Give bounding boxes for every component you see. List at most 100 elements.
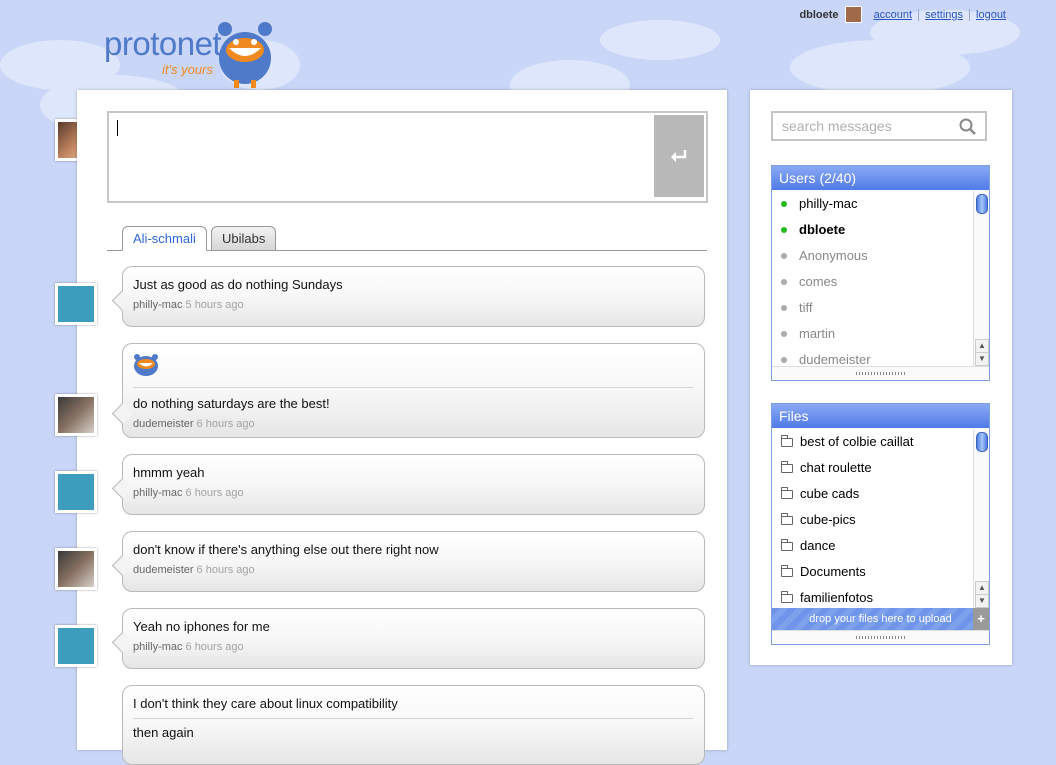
folder-icon (781, 564, 793, 577)
dudemeister-avatar[interactable] (55, 394, 97, 436)
user-row[interactable]: dudemeister (772, 347, 973, 366)
message-text: Just as good as do nothing Sundays (133, 277, 343, 292)
monster-mascot-icon (218, 22, 272, 88)
philly-mac-avatar[interactable] (55, 625, 97, 667)
text-caret (117, 120, 118, 136)
logout-link[interactable]: logout (969, 8, 1012, 21)
message-time: 6 hours ago (185, 641, 244, 653)
scroll-thumb[interactable] (976, 432, 988, 452)
message-time: 6 hours ago (185, 487, 244, 499)
message-text: Yeah no iphones for me (133, 619, 270, 634)
user-row[interactable]: Anonymous (772, 243, 973, 269)
message-bubble: hmmm yeah philly-mac 6 hours ago (111, 454, 705, 515)
message-meta: dudemeister 6 hours ago (133, 564, 694, 576)
philly-mac-avatar[interactable] (55, 283, 97, 325)
message-author[interactable]: dudemeister (133, 564, 194, 576)
message-bubble: don't know if there's anything else out … (111, 531, 705, 592)
sidebar: Users (2/40) philly-mac dbloete Anonymou… (750, 90, 1012, 665)
user-row[interactable]: martin (772, 321, 973, 347)
logo[interactable]: protonet it's yours (104, 25, 222, 78)
users-panel-title: Users (2/40) (772, 166, 989, 190)
folder-icon (781, 460, 793, 473)
drop-zone-label: drop your files here to upload (809, 613, 952, 625)
users-panel: Users (2/40) philly-mac dbloete Anonymou… (771, 165, 990, 381)
user-row[interactable]: tiff (772, 295, 973, 321)
files-panel-title: Files (772, 404, 989, 428)
offline-status-icon (781, 279, 787, 285)
folder-icon (781, 590, 793, 603)
search-box (771, 111, 987, 141)
message-time: 6 hours ago (196, 418, 255, 430)
message-meta: dudemeister 6 hours ago (133, 418, 694, 430)
user-row[interactable]: philly-mac (772, 191, 973, 217)
resize-handle[interactable] (772, 366, 989, 380)
users-list: philly-mac dbloete Anonymous comes tiff … (772, 191, 973, 366)
file-drop-zone[interactable]: drop your files here to upload + (772, 608, 989, 630)
message-author[interactable]: philly-mac (133, 487, 183, 499)
message-author[interactable]: philly-mac (133, 299, 183, 311)
current-username: dbloete (799, 8, 839, 21)
search-icon[interactable] (959, 118, 977, 136)
folder-icon (781, 486, 793, 499)
monster-emoticon-icon (134, 354, 158, 376)
philly-mac-avatar[interactable] (55, 471, 97, 513)
channel-tabs: Ali-schmali Ubilabs (107, 223, 707, 251)
folder-row[interactable]: familienfotos (772, 585, 973, 608)
folder-row[interactable]: Documents (772, 559, 973, 585)
return-arrow-icon (671, 150, 687, 162)
resize-handle[interactable] (772, 630, 989, 644)
logo-wordmark: protonet (104, 25, 222, 62)
folder-row[interactable]: best of colbie caillat (772, 429, 973, 455)
message-meta: philly-mac 6 hours ago (133, 487, 694, 499)
folder-row[interactable]: cube cads (772, 481, 973, 507)
send-button[interactable] (654, 115, 704, 197)
folder-row[interactable]: chat roulette (772, 455, 973, 481)
folder-icon (781, 434, 793, 447)
scroll-up-icon[interactable]: ▲ (975, 581, 989, 595)
message-text: don't know if there's anything else out … (133, 542, 439, 557)
message-author[interactable]: philly-mac (133, 641, 183, 653)
scroll-down-icon[interactable]: ▼ (975, 594, 989, 608)
folder-row[interactable]: cube-pics (772, 507, 973, 533)
user-row[interactable]: comes (772, 269, 973, 295)
add-file-button[interactable]: + (973, 608, 989, 630)
tab-ali-schmali[interactable]: Ali-schmali (122, 226, 207, 251)
tab-ubilabs[interactable]: Ubilabs (211, 226, 277, 251)
message-author[interactable]: dudemeister (133, 418, 194, 430)
logo-tagline: it's yours (162, 62, 213, 77)
message-text: then again (133, 725, 194, 740)
folder-icon (781, 538, 793, 551)
scroll-up-icon[interactable]: ▲ (975, 339, 989, 353)
files-scrollbar[interactable]: ▲ ▼ (973, 429, 989, 608)
offline-status-icon (781, 357, 787, 363)
online-status-icon (781, 201, 787, 207)
user-row[interactable]: dbloete (772, 217, 973, 243)
dudemeister-avatar[interactable] (55, 548, 97, 590)
message-text: I don't think they care about linux comp… (133, 696, 398, 711)
message-meta: philly-mac 5 hours ago (133, 299, 694, 311)
offline-status-icon (781, 253, 787, 259)
top-nav: dbloete account settings logout (799, 6, 1012, 23)
folder-icon (781, 512, 793, 525)
message-bubble: I don't think they care about linux comp… (122, 685, 705, 765)
scroll-down-icon[interactable]: ▼ (975, 352, 989, 366)
offline-status-icon (781, 331, 787, 337)
folder-row[interactable]: dance (772, 533, 973, 559)
files-list: best of colbie caillat chat roulette cub… (772, 429, 973, 608)
divider (133, 387, 694, 388)
divider (133, 718, 694, 719)
users-scrollbar[interactable]: ▲ ▼ (973, 191, 989, 366)
search-input[interactable] (780, 117, 959, 135)
message-text: hmmm yeah (133, 465, 205, 480)
message-bubble: do nothing saturdays are the best! dudem… (111, 343, 705, 438)
account-link[interactable]: account (868, 9, 919, 21)
files-panel: Files best of colbie caillat chat roulet… (771, 403, 990, 645)
settings-link[interactable]: settings (918, 8, 969, 21)
online-status-icon (781, 227, 787, 233)
scroll-thumb[interactable] (976, 194, 988, 214)
message-time: 6 hours ago (196, 564, 255, 576)
message-composer[interactable] (107, 111, 708, 203)
message-bubble: Just as good as do nothing Sundays phill… (111, 266, 705, 327)
current-user-avatar (844, 6, 862, 23)
offline-status-icon (781, 305, 787, 311)
